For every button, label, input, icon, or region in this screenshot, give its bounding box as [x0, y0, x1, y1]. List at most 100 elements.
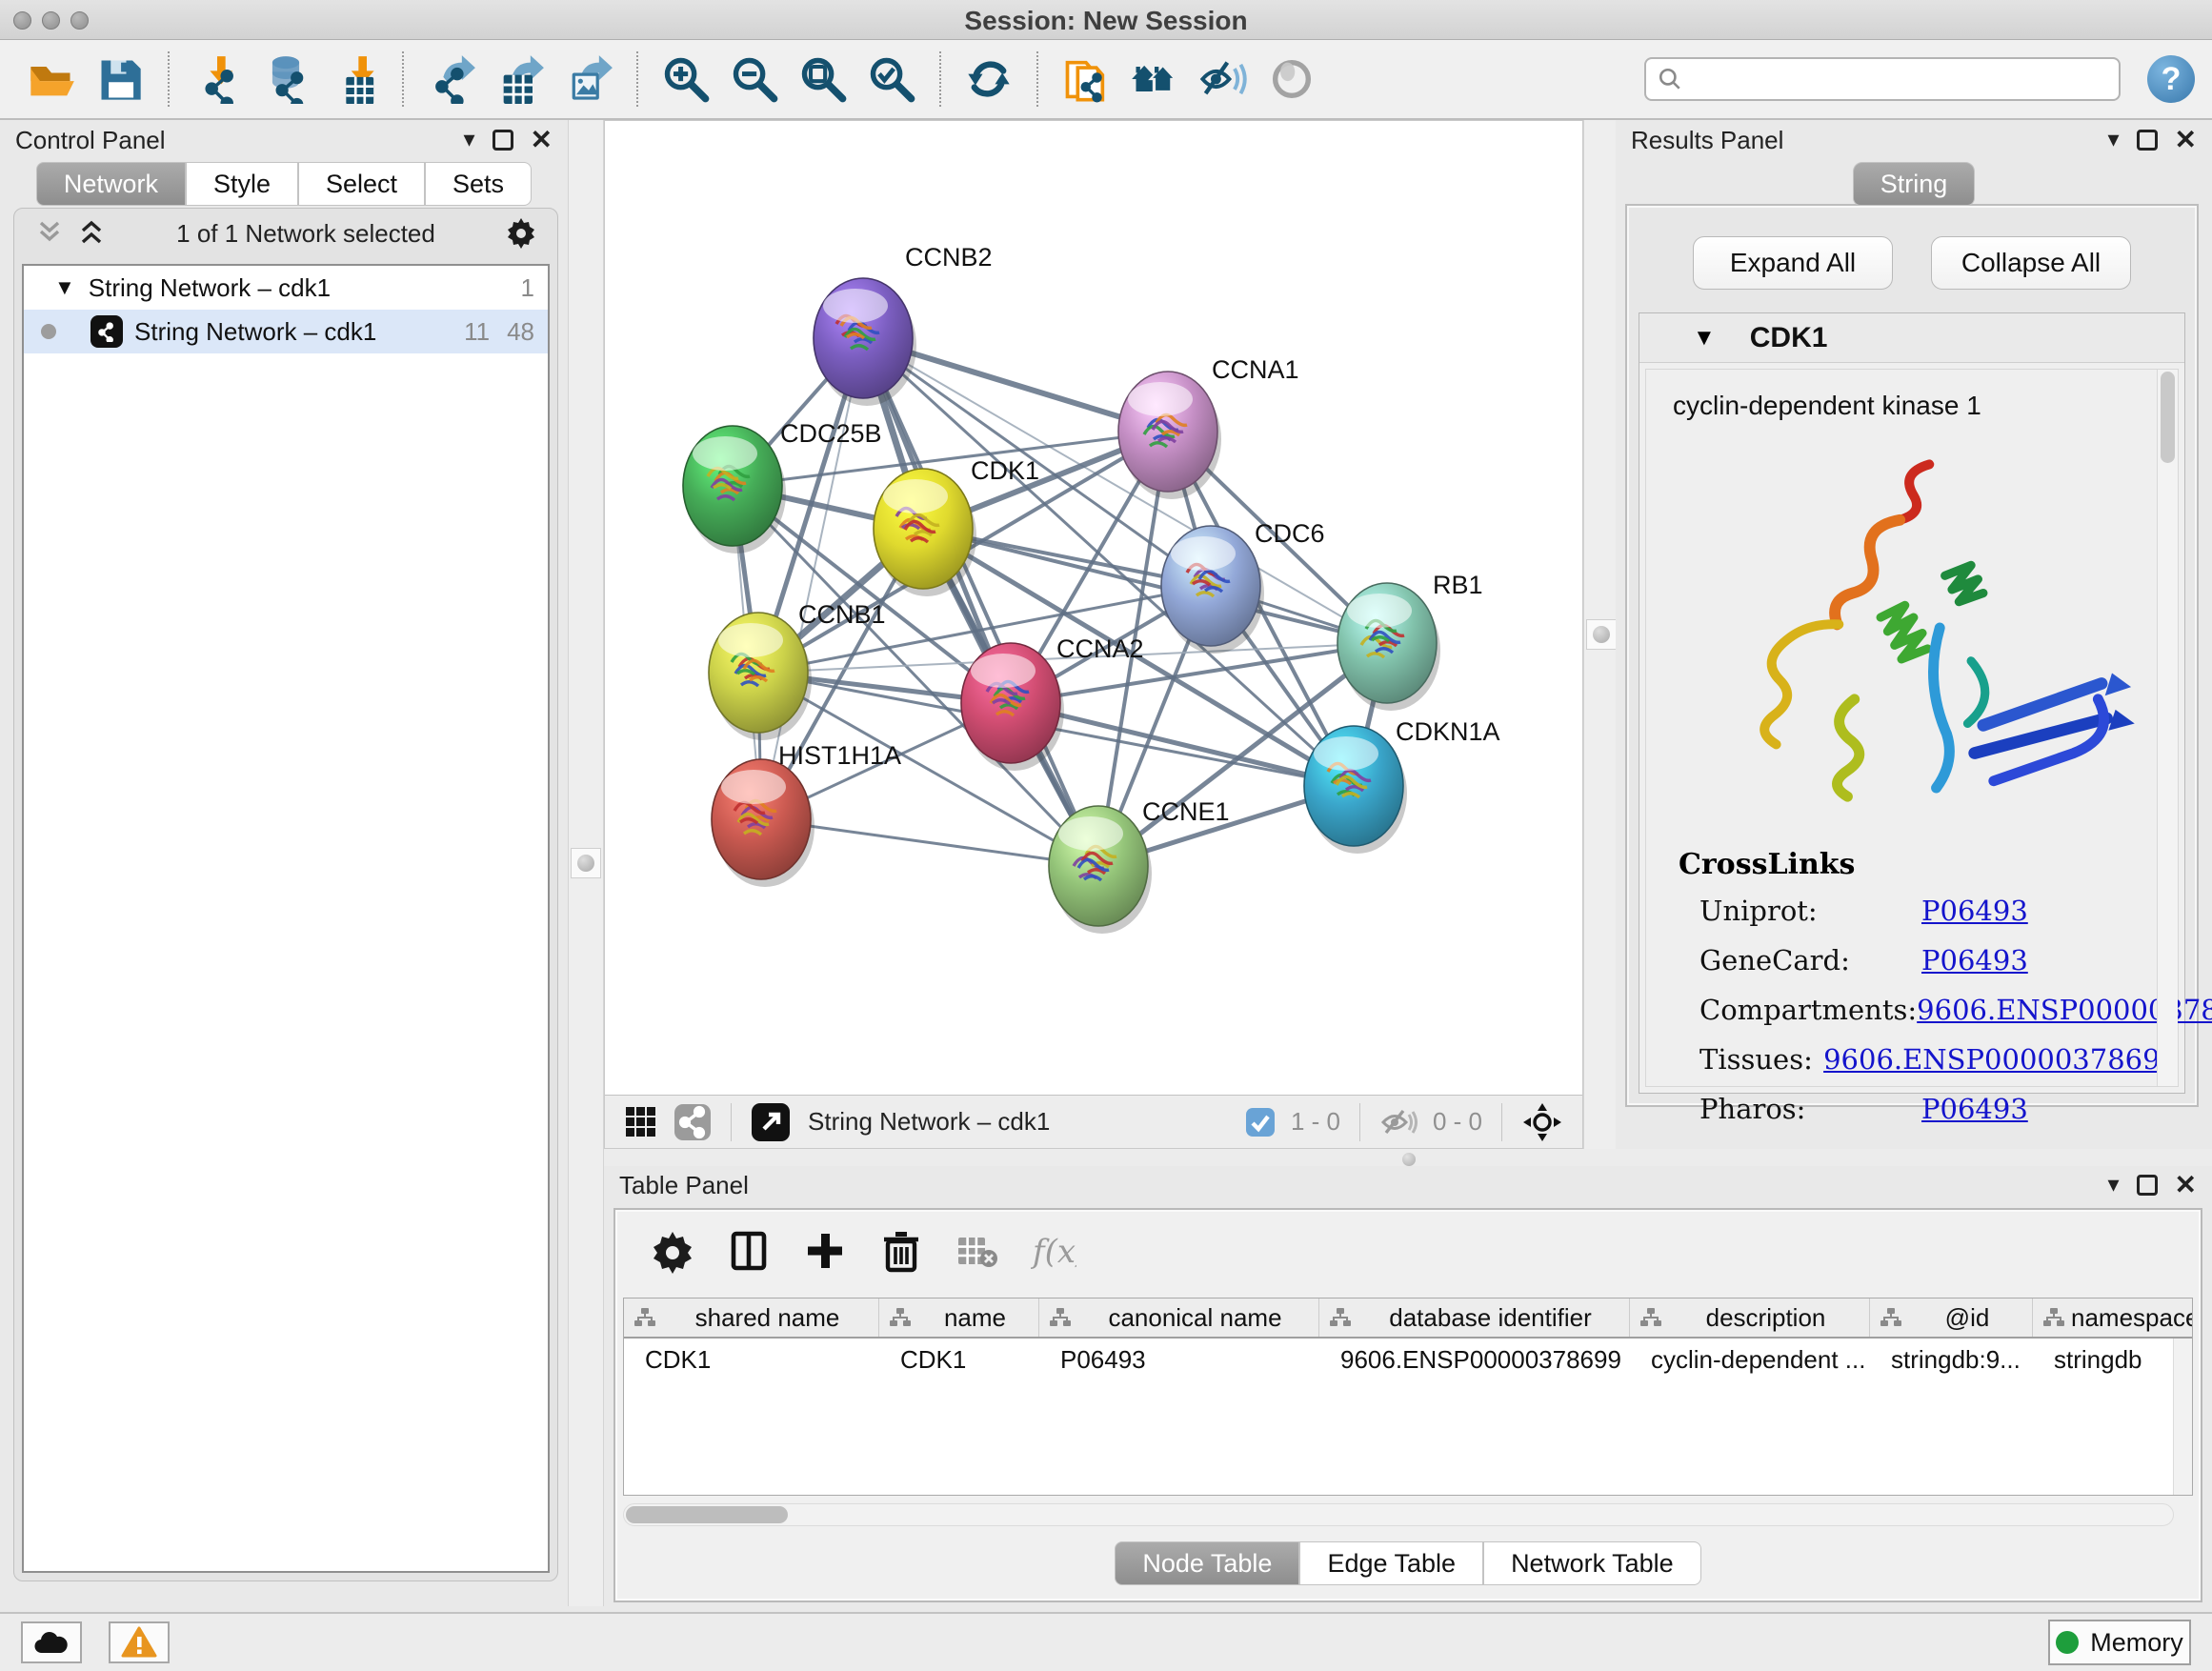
expand-all-icon[interactable] — [75, 219, 108, 248]
network-node-cdc25b[interactable]: CDC25B — [683, 419, 882, 554]
column-header-name[interactable]: name — [879, 1299, 1039, 1337]
columns-icon[interactable] — [726, 1228, 772, 1274]
export-image-icon[interactable] — [562, 52, 615, 106]
float-panel-icon[interactable]: ▾ — [463, 129, 474, 151]
cloud-button[interactable] — [21, 1621, 82, 1663]
import-db-icon[interactable] — [259, 52, 312, 106]
import-table-icon[interactable] — [328, 52, 381, 106]
network-collection-row[interactable]: ▼ String Network – cdk1 1 — [24, 266, 548, 310]
node-section-header[interactable]: ▼ CDK1 — [1639, 313, 2184, 363]
network-thumbnail-icon[interactable] — [674, 1103, 712, 1141]
memory-button[interactable]: Memory — [2048, 1620, 2191, 1665]
gear-icon[interactable] — [504, 216, 538, 251]
column-header-database-identifier[interactable]: database identifier — [1319, 1299, 1630, 1337]
export-table-icon[interactable] — [493, 52, 547, 106]
refresh-icon[interactable] — [962, 52, 1016, 106]
close-panel-icon[interactable]: ✕ — [531, 127, 553, 153]
gear-icon[interactable] — [650, 1228, 695, 1274]
search-box[interactable] — [1644, 57, 2121, 101]
tree-caret-icon[interactable]: ▼ — [54, 275, 75, 300]
table-cell[interactable]: stringdb:9... — [1870, 1339, 2033, 1380]
network-node-ccne1[interactable]: CCNE1 — [1049, 797, 1230, 934]
column-header-namespace[interactable]: namespace — [2033, 1299, 2193, 1337]
plus-icon[interactable] — [802, 1228, 848, 1274]
table-cell[interactable]: CDK1 — [879, 1339, 1039, 1380]
column-header-description[interactable]: description — [1630, 1299, 1870, 1337]
grid-view-icon[interactable] — [624, 1105, 658, 1139]
doc-network-icon[interactable] — [1059, 52, 1113, 106]
table-cell[interactable]: P06493 — [1039, 1339, 1319, 1380]
tab-node-table[interactable]: Node Table — [1115, 1541, 1299, 1585]
tab-network-table[interactable]: Network Table — [1483, 1541, 1701, 1585]
tab-network[interactable]: Network — [36, 162, 186, 206]
crosslink-link[interactable]: P06493 — [1921, 1093, 2028, 1125]
maximize-panel-icon[interactable] — [2137, 130, 2158, 151]
network-edge[interactable] — [863, 338, 1098, 866]
zoom-fit-icon[interactable] — [796, 52, 850, 106]
network-node-cdc6[interactable]: CDC6 — [1161, 519, 1325, 654]
splitter-handle[interactable] — [571, 848, 601, 878]
tab-style[interactable]: Style — [186, 162, 298, 206]
crosslink-link[interactable]: 9606.ENSP00000378699 — [1823, 1043, 2178, 1076]
column-header--id[interactable]: @id — [1870, 1299, 2033, 1337]
float-panel-icon[interactable]: ▾ — [2107, 129, 2119, 151]
vertical-splitter-right[interactable] — [1583, 120, 1619, 1149]
warning-button[interactable] — [109, 1621, 170, 1663]
open-folder-icon[interactable] — [25, 52, 78, 106]
zoom-out-icon[interactable] — [728, 52, 781, 106]
zoom-check-icon[interactable] — [865, 52, 918, 106]
export-network-icon[interactable] — [425, 52, 478, 106]
node-table[interactable]: shared namenamecanonical namedatabase id… — [623, 1298, 2193, 1496]
help-button[interactable]: ? — [2147, 55, 2195, 103]
network-node-hist1h1a[interactable]: HIST1H1A — [712, 741, 901, 887]
expand-all-button[interactable]: Expand All — [1693, 236, 1893, 290]
collapse-all-button[interactable]: Collapse All — [1931, 236, 2131, 290]
table-cell[interactable]: stringdb — [2033, 1339, 2193, 1380]
table-horizontal-scrollbar[interactable] — [623, 1503, 2174, 1526]
maximize-panel-icon[interactable] — [493, 130, 513, 151]
table-cell[interactable]: CDK1 — [624, 1339, 879, 1380]
selected-checkbox-icon[interactable] — [1245, 1107, 1276, 1137]
tab-edge-table[interactable]: Edge Table — [1299, 1541, 1483, 1585]
tab-sets[interactable]: Sets — [425, 162, 532, 206]
crosslink-link[interactable]: P06493 — [1921, 944, 2028, 976]
close-panel-icon[interactable]: ✕ — [2175, 127, 2197, 153]
network-row[interactable]: String Network – cdk1 11 48 — [24, 310, 548, 353]
tab-string[interactable]: String — [1853, 162, 1976, 206]
network-node-cdk1[interactable]: CDK1 — [874, 456, 1039, 596]
collapse-all-icon[interactable] — [33, 219, 66, 248]
crosslink-link[interactable]: P06493 — [1921, 895, 2028, 927]
eye-waves-icon[interactable] — [1196, 52, 1250, 106]
fx-icon[interactable]: f(x) — [1031, 1228, 1076, 1274]
import-network-icon[interactable] — [191, 52, 244, 106]
table-x-icon[interactable] — [955, 1228, 1000, 1274]
birdseye-view-icon[interactable] — [1521, 1101, 1563, 1143]
network-node-ccnb1[interactable]: CCNB1 — [709, 600, 886, 740]
table-cell[interactable]: cyclin-dependent ... — [1630, 1339, 1870, 1380]
results-scrollbar[interactable] — [2157, 370, 2178, 1086]
tab-select[interactable]: Select — [298, 162, 425, 206]
table-vertical-scrollbar[interactable] — [2173, 1339, 2192, 1495]
splitter-handle[interactable] — [1586, 619, 1617, 650]
trash-icon[interactable] — [878, 1228, 924, 1274]
column-header-canonical-name[interactable]: canonical name — [1039, 1299, 1319, 1337]
homes-icon[interactable] — [1128, 52, 1181, 106]
zoom-in-icon[interactable] — [659, 52, 713, 106]
sphere-icon[interactable] — [1265, 52, 1318, 106]
network-node-ccnb2[interactable]: CCNB2 — [814, 243, 993, 406]
table-row[interactable]: CDK1CDK1P064939606.ENSP00000378699cyclin… — [624, 1339, 2192, 1380]
network-view[interactable]: CCNB2CCNA1CDC25BCDK1CDC6RB1CCNB1CCNA2CDK… — [604, 120, 1583, 1149]
close-panel-icon[interactable]: ✕ — [2175, 1172, 2197, 1198]
maximize-panel-icon[interactable] — [2137, 1175, 2158, 1196]
horizontal-splitter[interactable] — [604, 1149, 2212, 1166]
vertical-splitter-left[interactable] — [568, 120, 604, 1606]
open-in-new-window-icon[interactable] — [751, 1102, 791, 1142]
column-header-shared-name[interactable]: shared name — [624, 1299, 879, 1337]
table-cell[interactable]: 9606.ENSP00000378699 — [1319, 1339, 1630, 1380]
network-graph[interactable]: CCNB2CCNA1CDC25BCDK1CDC6RB1CCNB1CCNA2CDK… — [605, 121, 1582, 1095]
float-panel-icon[interactable]: ▾ — [2107, 1174, 2119, 1197]
search-input[interactable] — [1690, 66, 2107, 92]
save-icon[interactable] — [93, 52, 147, 106]
network-node-rb1[interactable]: RB1 — [1337, 571, 1483, 711]
network-node-cdkn1a[interactable]: CDKN1A — [1304, 717, 1500, 854]
